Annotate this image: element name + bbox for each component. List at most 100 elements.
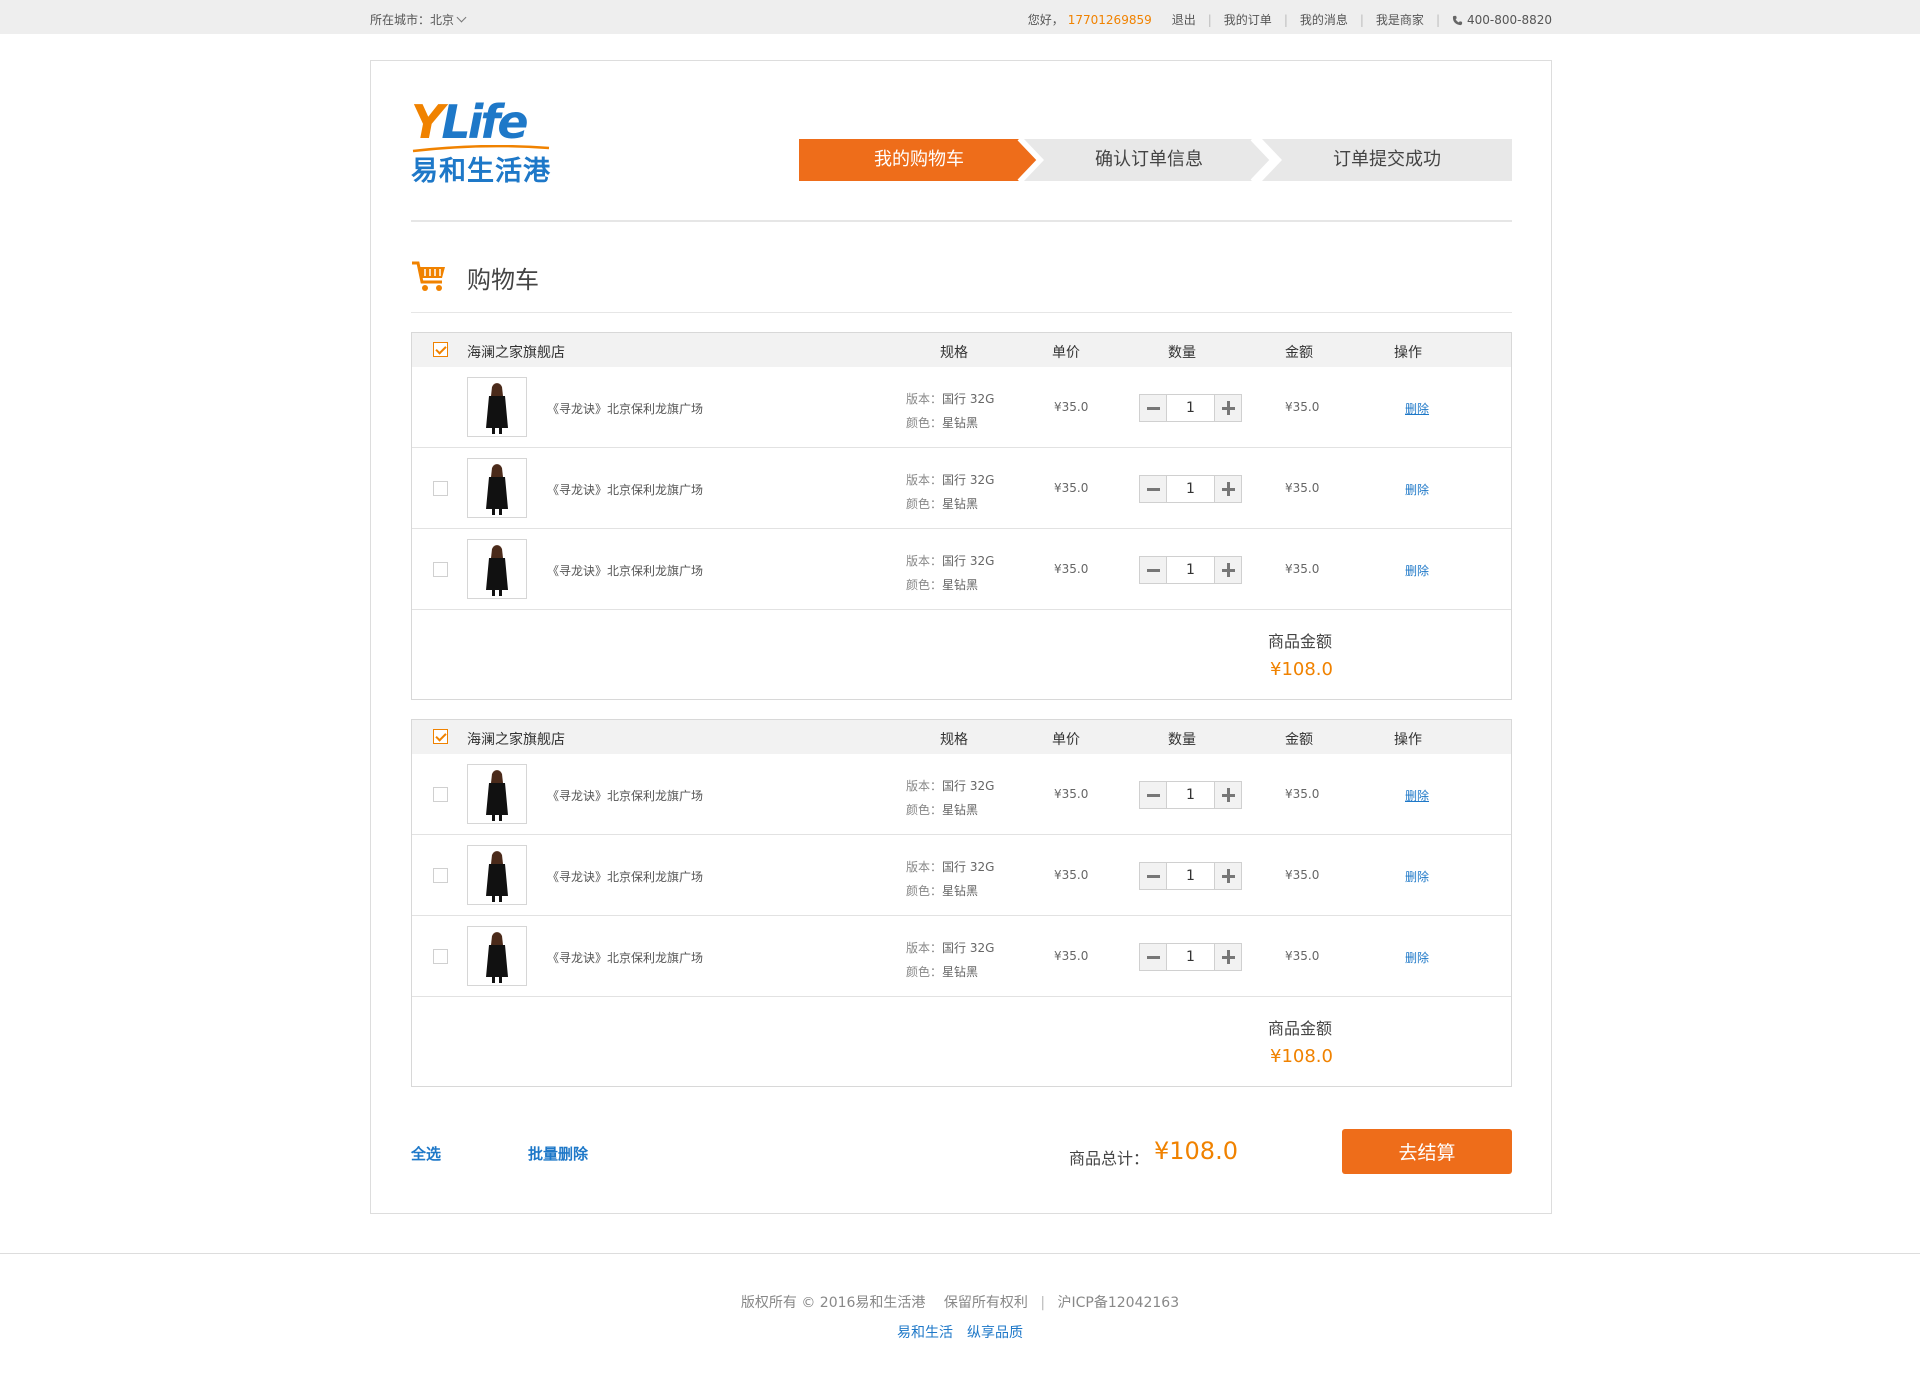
separator: | xyxy=(1283,12,1288,27)
quantity-input[interactable]: 1 xyxy=(1167,476,1214,502)
column-spec: 规格 xyxy=(940,732,968,748)
phone-icon xyxy=(1452,15,1463,26)
my-messages-link[interactable]: 我的消息 xyxy=(1300,11,1348,28)
subtotal-label: 商品金额 xyxy=(1268,1019,1333,1038)
logo-chinese-name: 易和生活港 xyxy=(411,156,551,187)
delete-link[interactable]: 删除 xyxy=(1405,481,1429,498)
product-thumbnail[interactable] xyxy=(467,845,527,905)
minus-icon[interactable] xyxy=(1140,782,1167,808)
product-name[interactable]: 《寻龙诀》北京保利龙旗广场 xyxy=(547,949,703,966)
unit-price: ¥35.0 xyxy=(1054,562,1089,576)
product-name[interactable]: 《寻龙诀》北京保利龙旗广场 xyxy=(547,868,703,885)
unit-price: ¥35.0 xyxy=(1054,787,1089,801)
checkout-button[interactable]: 去结算 xyxy=(1342,1129,1512,1174)
minus-icon[interactable] xyxy=(1140,395,1167,421)
separator: | xyxy=(1207,12,1212,27)
product-name[interactable]: 《寻龙诀》北京保利龙旗广场 xyxy=(547,562,703,579)
logo-wordmark: YLife xyxy=(411,95,529,149)
quantity-input[interactable]: 1 xyxy=(1167,863,1214,889)
product-thumbnail[interactable] xyxy=(467,377,527,437)
minus-icon[interactable] xyxy=(1140,557,1167,583)
product-thumbnail[interactable] xyxy=(467,926,527,986)
city-label: 所在城市： xyxy=(370,13,431,27)
quantity-stepper: 1 xyxy=(1139,943,1242,971)
product-spec: 版本：国行 32G 颜色：星钻黑 xyxy=(906,473,995,511)
shop-subtotal: 商品金额 ¥108.0 xyxy=(412,610,1511,699)
item-checkbox-icon[interactable] xyxy=(433,787,448,802)
minus-icon[interactable] xyxy=(1140,944,1167,970)
delete-link[interactable]: 删除 xyxy=(1405,868,1429,885)
item-checkbox-icon[interactable] xyxy=(433,562,448,577)
hotline: 400-800-8820 xyxy=(1466,12,1552,27)
item-amount: ¥35.0 xyxy=(1285,949,1320,963)
plus-icon[interactable] xyxy=(1214,395,1241,421)
plus-icon[interactable] xyxy=(1214,863,1241,889)
product-thumbnail[interactable] xyxy=(467,458,527,518)
city-value[interactable]: 北京 xyxy=(430,13,454,27)
quantity-input[interactable]: 1 xyxy=(1167,557,1214,583)
shop-name[interactable]: 海澜之家旗舰店 xyxy=(467,729,565,749)
chevron-down-icon[interactable] xyxy=(456,12,467,23)
quantity-input[interactable]: 1 xyxy=(1167,395,1214,421)
slogan-1[interactable]: 易和生活 xyxy=(897,1325,953,1341)
item-checkbox-icon[interactable] xyxy=(433,481,448,496)
product-spec: 版本：国行 32G 颜色：星钻黑 xyxy=(906,779,995,817)
delete-link[interactable]: 删除 xyxy=(1405,400,1429,417)
quantity-stepper: 1 xyxy=(1139,394,1242,422)
product-thumbnail[interactable] xyxy=(467,539,527,599)
item-checkbox-icon[interactable] xyxy=(433,949,448,964)
quantity-stepper: 1 xyxy=(1139,862,1242,890)
rights-text: 保留所有权利 xyxy=(943,1295,1028,1311)
greeting: 您好， xyxy=(1027,13,1064,27)
my-orders-link[interactable]: 我的订单 xyxy=(1224,11,1272,28)
merchant-link[interactable]: 我是商家 xyxy=(1376,11,1424,28)
separator: | xyxy=(1040,1295,1046,1311)
product-spec: 版本：国行 32G 颜色：星钻黑 xyxy=(906,941,995,979)
item-amount: ¥35.0 xyxy=(1285,868,1320,882)
product-name[interactable]: 《寻龙诀》北京保利龙旗广场 xyxy=(547,400,703,417)
logout-link[interactable]: 退出 xyxy=(1172,11,1196,28)
batch-delete-link[interactable]: 批量删除 xyxy=(528,1143,588,1164)
site-logo[interactable]: YLife 易和生活港 xyxy=(411,95,556,187)
item-amount: ¥35.0 xyxy=(1285,787,1320,801)
quantity-stepper: 1 xyxy=(1139,556,1242,584)
title-divider xyxy=(411,312,1512,313)
plus-icon[interactable] xyxy=(1214,944,1241,970)
product-thumbnail[interactable] xyxy=(467,764,527,824)
plus-icon[interactable] xyxy=(1214,476,1241,502)
column-quantity: 数量 xyxy=(1168,732,1196,748)
product-spec: 版本：国行 32G 颜色：星钻黑 xyxy=(906,860,995,898)
product-spec: 版本：国行 32G 颜色：星钻黑 xyxy=(906,392,995,430)
slogan-2[interactable]: 纵享品质 xyxy=(967,1325,1023,1341)
quantity-input[interactable]: 1 xyxy=(1167,782,1214,808)
product-name[interactable]: 《寻龙诀》北京保利龙旗广场 xyxy=(547,787,703,804)
delete-link[interactable]: 删除 xyxy=(1405,562,1429,579)
quantity-input[interactable]: 1 xyxy=(1167,944,1214,970)
subtotal-value: ¥108.0 xyxy=(1270,659,1333,680)
delete-link[interactable]: 删除 xyxy=(1405,787,1429,804)
column-unit-price: 单价 xyxy=(1052,732,1080,748)
separator: | xyxy=(1435,12,1440,27)
user-phone[interactable]: 17701269859 xyxy=(1068,13,1152,27)
icp-text[interactable]: 沪ICP备12042163 xyxy=(1058,1295,1180,1311)
unit-price: ¥35.0 xyxy=(1054,868,1089,882)
item-amount: ¥35.0 xyxy=(1285,400,1320,414)
minus-icon[interactable] xyxy=(1140,863,1167,889)
delete-link[interactable]: 删除 xyxy=(1405,949,1429,966)
total-value: ¥108.0 xyxy=(1154,1137,1238,1165)
cart-item-row: 《寻龙诀》北京保利龙旗广场 版本：国行 32G 颜色：星钻黑 ¥35.0 1 ¥… xyxy=(412,916,1511,997)
shop-name[interactable]: 海澜之家旗舰店 xyxy=(467,342,565,362)
cart-title: 购物车 xyxy=(467,265,539,294)
shop-checkbox-icon[interactable] xyxy=(433,729,448,744)
city-selector[interactable]: 所在城市：北京 xyxy=(370,11,467,28)
plus-icon[interactable] xyxy=(1214,782,1241,808)
cart-item-row: 《寻龙诀》北京保利龙旗广场 版本：国行 32G 颜色：星钻黑 ¥35.0 1 ¥… xyxy=(412,529,1511,610)
item-checkbox-icon[interactable] xyxy=(433,868,448,883)
shop-checkbox-icon[interactable] xyxy=(433,342,448,357)
product-name[interactable]: 《寻龙诀》北京保利龙旗广场 xyxy=(547,481,703,498)
plus-icon[interactable] xyxy=(1214,557,1241,583)
minus-icon[interactable] xyxy=(1140,476,1167,502)
quantity-stepper: 1 xyxy=(1139,475,1242,503)
column-amount: 金额 xyxy=(1285,732,1313,748)
select-all-link[interactable]: 全选 xyxy=(411,1143,441,1164)
